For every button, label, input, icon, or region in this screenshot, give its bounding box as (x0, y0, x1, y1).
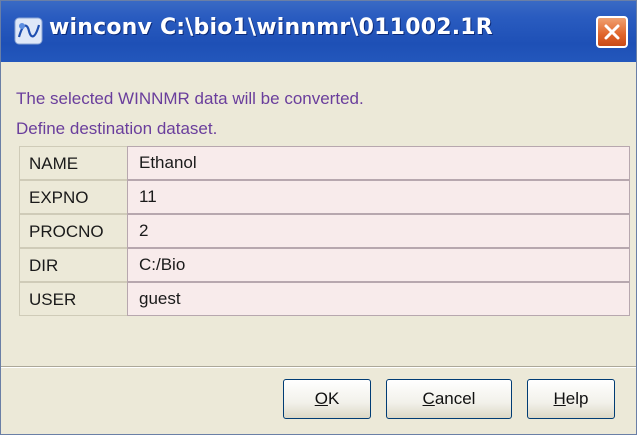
app-icon (14, 17, 43, 45)
cancel-button[interactable]: Cancel (386, 379, 512, 419)
procno-field[interactable] (127, 214, 630, 248)
name-label: NAME (19, 146, 127, 180)
user-field[interactable] (127, 282, 630, 316)
expno-label: EXPNO (19, 180, 127, 214)
field-row-dir: DIR (19, 248, 631, 282)
name-field[interactable] (127, 146, 630, 180)
cancel-label-rest: ancel (434, 389, 476, 408)
cancel-mnemonic: C (422, 389, 435, 408)
ok-button[interactable]: OK (283, 379, 371, 419)
button-separator (1, 366, 636, 368)
close-icon (604, 24, 620, 40)
dialog-window: winconv C:\bio1\winnmr\011002.1R The sel… (0, 0, 637, 435)
ok-mnemonic: O (314, 389, 328, 408)
message-line-1: The selected WINNMR data will be convert… (16, 89, 364, 108)
user-label: USER (19, 282, 127, 316)
help-button[interactable]: Help (527, 379, 615, 419)
field-row-expno: EXPNO (19, 180, 631, 214)
field-row-user: USER (19, 282, 631, 316)
dir-field[interactable] (127, 248, 630, 282)
help-label-rest: elp (565, 389, 589, 408)
message-line-2: Define destination dataset. (16, 119, 218, 138)
window-title: winconv C:\bio1\winnmr\011002.1R (49, 15, 493, 40)
ok-label-rest: K (327, 389, 340, 408)
expno-field[interactable] (127, 180, 630, 214)
close-button[interactable] (596, 16, 628, 48)
dialog-message: The selected WINNMR data will be convert… (16, 84, 364, 144)
help-mnemonic: H (553, 389, 566, 408)
procno-label: PROCNO (19, 214, 127, 248)
dir-label: DIR (19, 248, 127, 282)
title-bar[interactable]: winconv C:\bio1\winnmr\011002.1R (1, 1, 636, 62)
field-row-procno: PROCNO (19, 214, 631, 248)
field-row-name: NAME (19, 146, 631, 180)
